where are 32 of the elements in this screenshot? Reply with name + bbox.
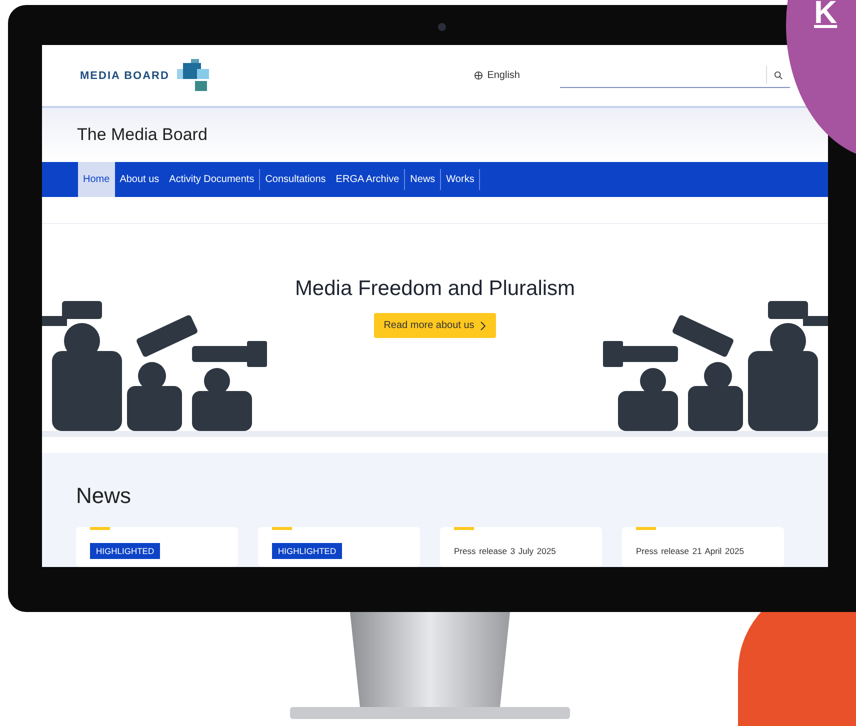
nav-tab[interactable]: ERGA Archive (330, 169, 406, 190)
globe-icon (474, 71, 484, 80)
camera-icon (438, 23, 446, 31)
news-card[interactable]: HIGHLIGHTED (76, 526, 238, 567)
nav-tab[interactable]: Consultations (260, 169, 331, 190)
site-logo[interactable]: MEDIA BOARD (80, 70, 170, 82)
language-label: English (487, 70, 520, 82)
chevron-right-icon (480, 320, 486, 331)
card-meta: Press release 21 April 2025 (636, 546, 744, 556)
nav-tab[interactable]: Home (78, 162, 115, 198)
news-heading: News (76, 482, 132, 509)
search-icon (774, 70, 783, 80)
card-meta: Press release 3 July 2025 (454, 546, 556, 556)
nav-tab[interactable]: News (405, 169, 442, 190)
news-card[interactable]: HIGHLIGHTED (258, 526, 420, 567)
card-accent (636, 526, 656, 530)
highlighted-badge: HIGHLIGHTED (272, 542, 342, 559)
nav-tab[interactable]: Works (441, 169, 480, 190)
card-accent (272, 526, 292, 530)
card-accent (90, 526, 110, 530)
read-more-button[interactable]: Read more about us (374, 313, 496, 338)
highlighted-badge: HIGHLIGHTED (90, 542, 160, 559)
hero-title: Media Freedom and Pluralism (294, 277, 576, 302)
search-field[interactable] (560, 63, 790, 88)
site-title: The Media Board (77, 125, 208, 146)
nav-tab[interactable]: About us (114, 169, 164, 190)
card-accent (454, 526, 474, 530)
nav-tab[interactable]: Activity Documents (164, 169, 260, 190)
language-selector[interactable]: English (474, 70, 520, 82)
decorative-letter: K (814, 0, 838, 28)
news-card[interactable]: Press release 3 July 2025 (440, 526, 602, 567)
news-card[interactable]: Press release 21 April 2025 (622, 526, 784, 567)
